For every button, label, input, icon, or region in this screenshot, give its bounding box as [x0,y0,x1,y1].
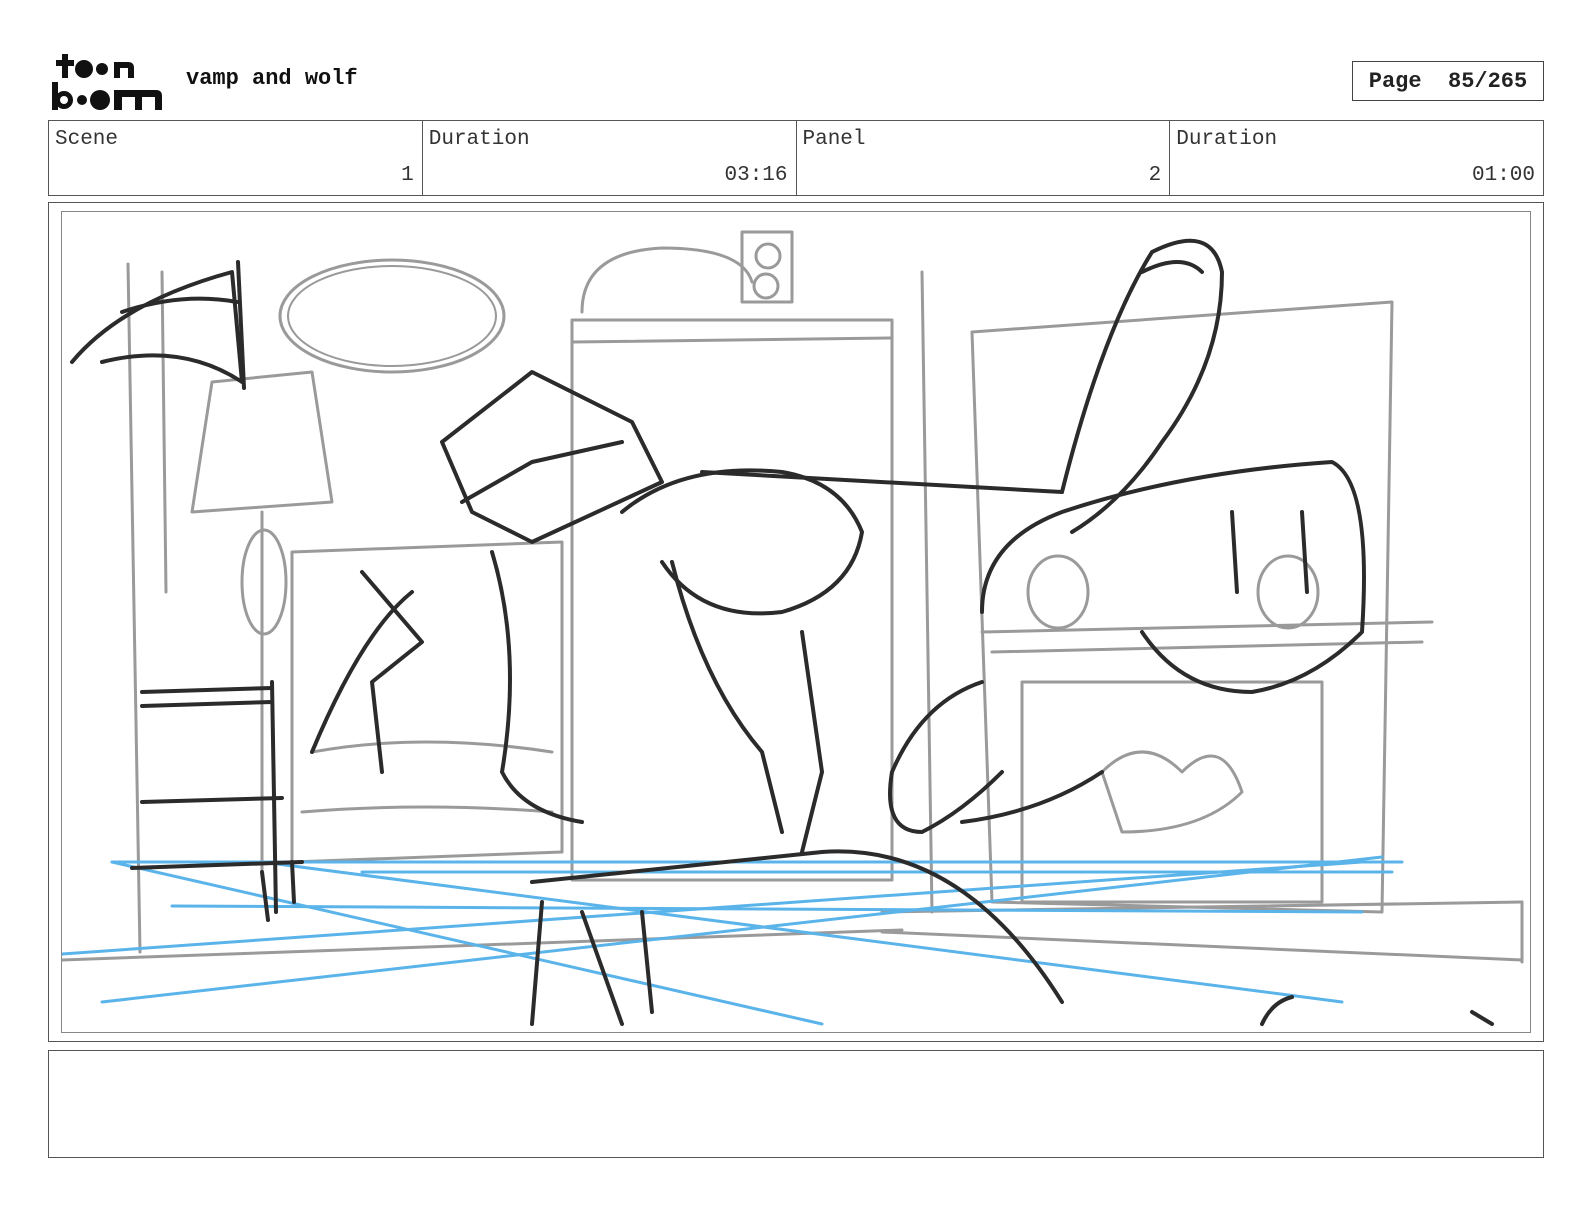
page-indicator: Page 85/265 [1352,61,1544,101]
panel-notes [48,1050,1544,1158]
sketch-drawing [62,230,1524,1026]
panel-duration-cell: Duration 01:00 [1170,121,1543,195]
page-label: Page [1368,68,1422,94]
toonboom-logo [52,52,164,112]
scene-label: Scene [55,128,119,151]
scene-duration-value: 03:16 [724,164,788,187]
scene-duration-cell: Duration 03:16 [423,121,797,195]
project-title: vamp and wolf [186,66,358,91]
page-number: 85/265 [1448,68,1528,94]
scene-cell: Scene 1 [49,121,423,195]
panel-duration-value: 01:00 [1471,164,1535,187]
storyboard-panel-image [61,211,1531,1033]
scene-value: 1 [401,164,414,187]
storyboard-panel-frame [48,202,1544,1042]
panel-duration-label: Duration [1176,128,1278,151]
scene-duration-label: Duration [428,128,530,151]
panel-cell: Panel 2 [797,121,1171,195]
panel-value: 2 [1148,164,1162,187]
panel-label: Panel [802,128,866,151]
scene-info-row: Scene 1 Duration 03:16 Panel 2 Duration … [48,120,1544,196]
